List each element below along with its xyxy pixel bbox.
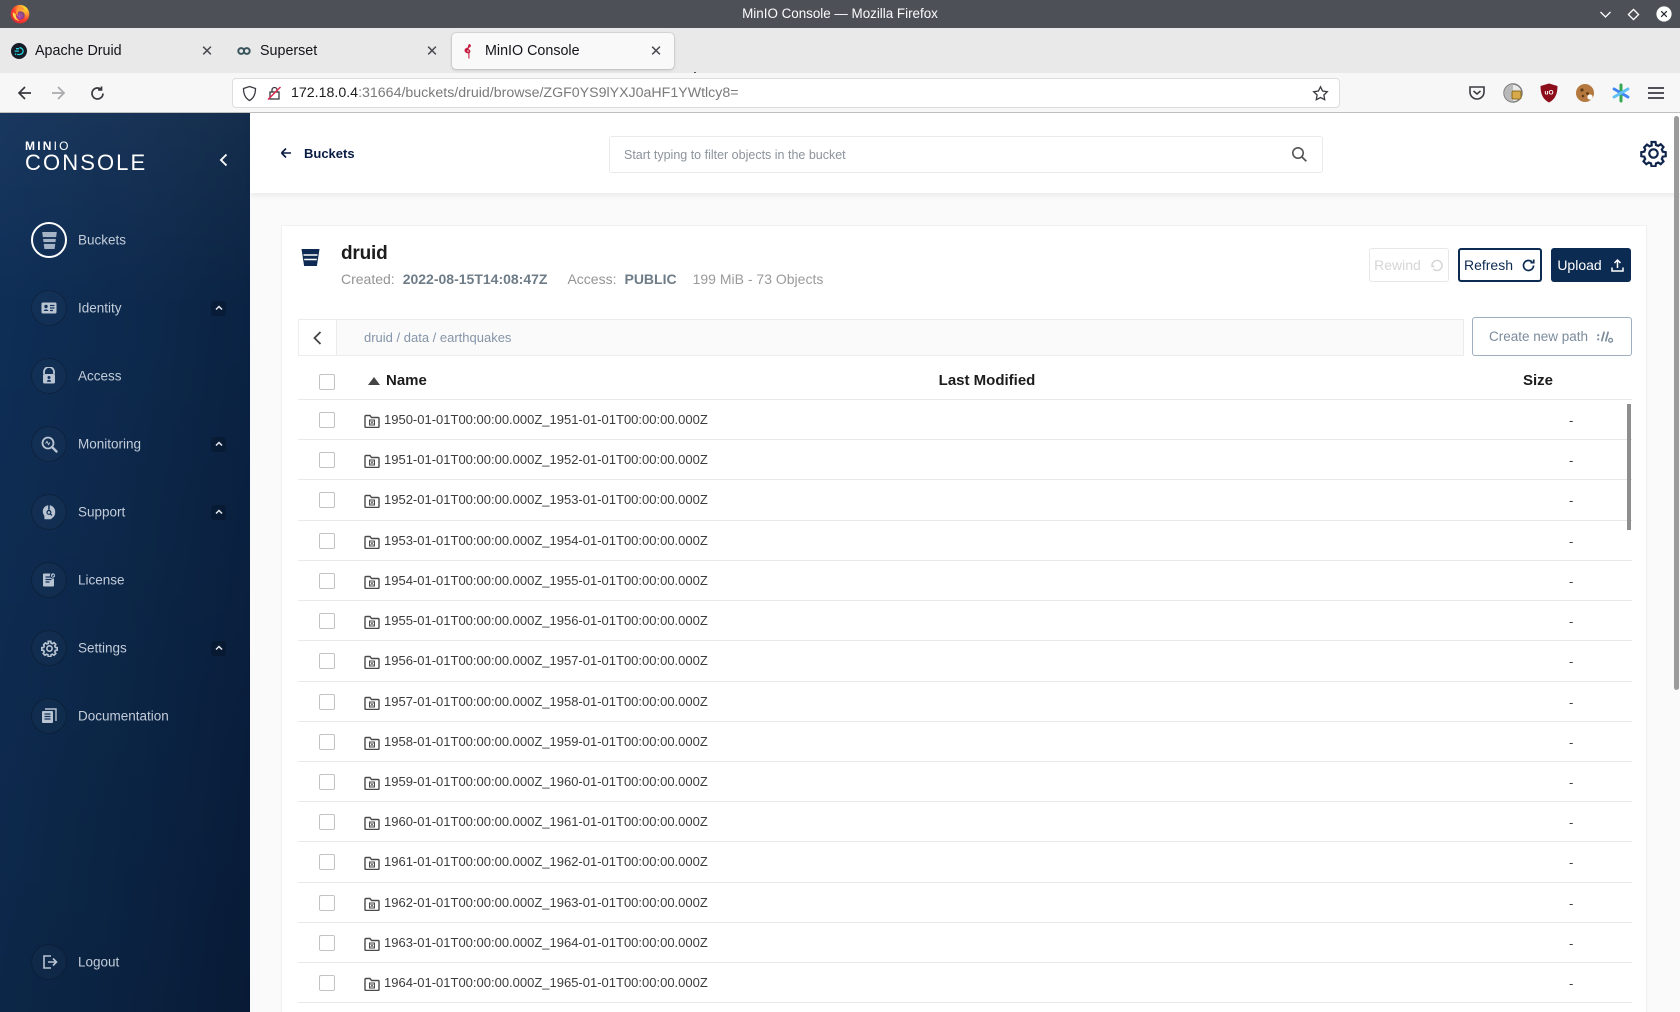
svg-text:uO: uO bbox=[1544, 90, 1553, 97]
